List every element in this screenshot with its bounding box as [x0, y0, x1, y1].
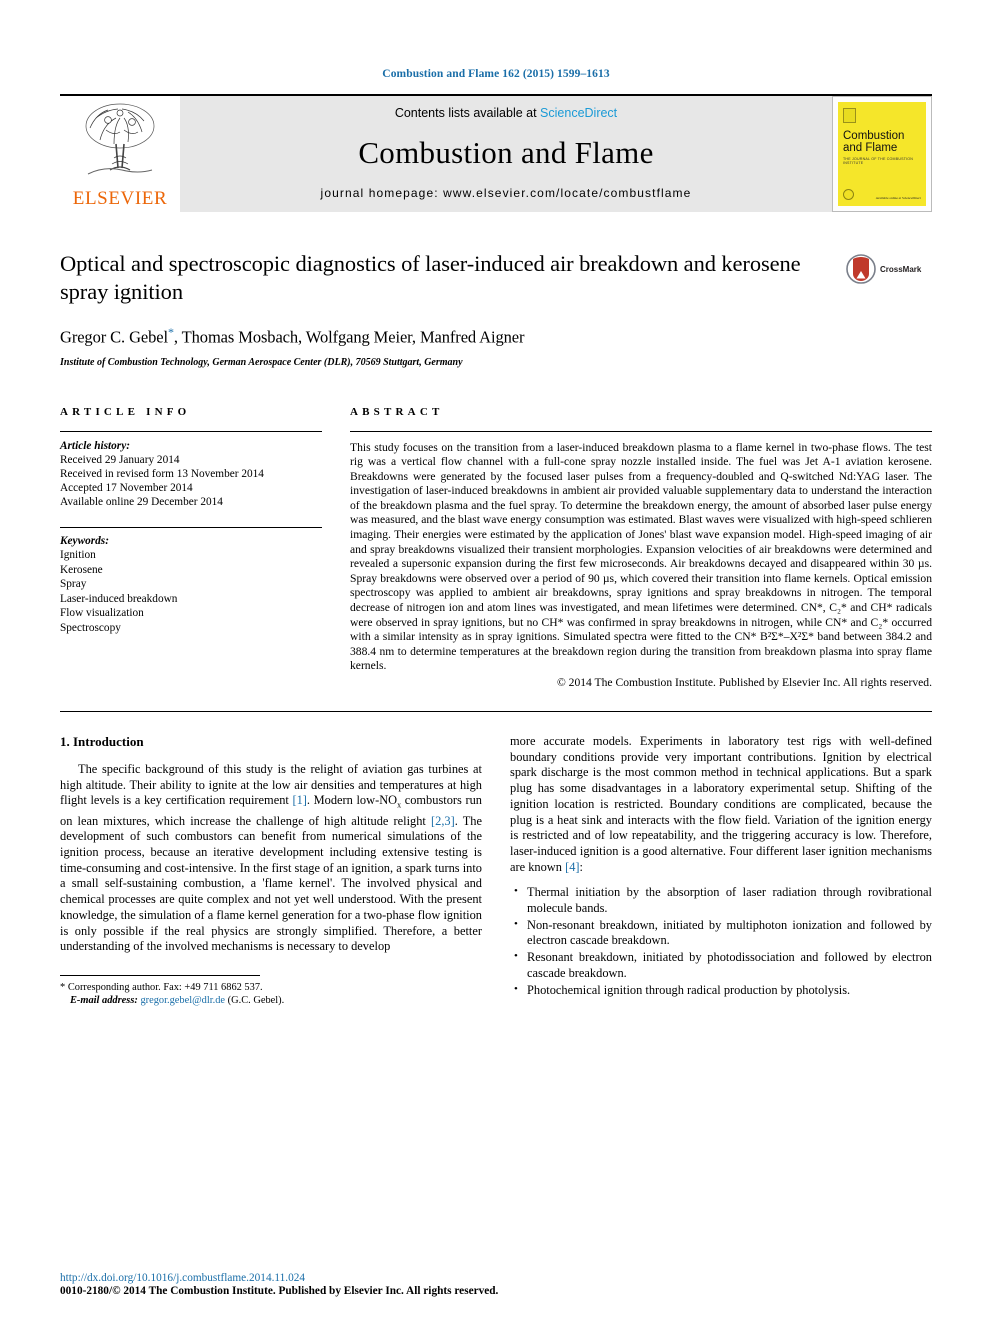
author-primary: Gregor C. Gebel [60, 327, 169, 347]
intro-right-text-b: : [579, 859, 583, 874]
footnote-corresponding-text: Corresponding author. Fax: +49 711 6862 … [67, 981, 263, 993]
sciencedirect-link[interactable]: ScienceDirect [540, 106, 617, 120]
list-item: Non-resonant breakdown, initiated by mul… [514, 917, 932, 949]
elsevier-tree-icon [85, 103, 155, 175]
crossmark-icon [846, 254, 876, 284]
list-item: Resonant breakdown, initiated by photodi… [514, 949, 932, 981]
info-and-abstract: ARTICLE INFO Article history: Received 2… [60, 405, 932, 690]
cover-footer-note: Available online at ScienceDirect [875, 195, 921, 200]
footnote-email-link[interactable]: gregor.gebel@dlr.de [140, 995, 225, 1006]
elsevier-logo: ELSEVIER [60, 96, 180, 212]
footer-copyright: 0010-2180/© 2014 The Combustion Institut… [60, 1285, 499, 1297]
body-columns: 1. Introduction The specific background … [60, 734, 932, 1008]
cover-subtitle: THE JOURNAL OF THE COMBUSTION INSTITUTE [843, 157, 914, 165]
keywords-divider [60, 526, 322, 528]
cover-seal-icon [843, 189, 854, 200]
history-item: Received 29 January 2014 [60, 453, 180, 466]
history-item: Accepted 17 November 2014 [60, 482, 193, 495]
journal-title: Combustion and Flame [358, 135, 654, 170]
footnote-marker: * [60, 981, 66, 993]
page-footer: http://dx.doi.org/10.1016/j.combustflame… [60, 1272, 498, 1297]
abstract-divider [350, 430, 932, 432]
list-item: Photochemical ignition through radical p… [514, 982, 932, 999]
article-history: Article history: Received 29 January 201… [60, 439, 322, 510]
journal-cover-image: Combustion and Flame THE JOURNAL OF THE … [838, 102, 926, 206]
keyword-item: Spray [60, 578, 87, 591]
citation-ref-23[interactable]: [2,3] [431, 814, 455, 828]
author-list: Gregor C. Gebel*, Thomas Mosbach, Wolfga… [60, 325, 826, 348]
abstract-heading: ABSTRACT [350, 405, 444, 418]
keyword-item: Flow visualization [60, 607, 144, 620]
running-head: Combustion and Flame 162 (2015) 1599–161… [382, 68, 610, 80]
footnote-block: * Corresponding author. Fax: +49 711 686… [60, 981, 482, 1008]
keywords-label: Keywords: [60, 534, 109, 547]
journal-masthead: ELSEVIER Contents lists available at Sci… [60, 94, 932, 212]
footnote-corresponding: * Corresponding author. Fax: +49 711 686… [60, 981, 482, 994]
affiliation: Institute of Combustion Technology, Germ… [60, 356, 463, 368]
cover-title-line2: and Flame [843, 142, 898, 154]
keywords-block: Keywords: Ignition Kerosene Spray Laser-… [60, 534, 322, 636]
body-left-column: 1. Introduction The specific background … [60, 734, 482, 1008]
laser-ignition-mechanisms-list: Thermal initiation by the absorption of … [510, 884, 932, 999]
keyword-item: Ignition [60, 549, 96, 562]
footnote-divider [60, 974, 260, 976]
title-block: Optical and spectroscopic diagnostics of… [60, 250, 932, 368]
footnote-email-line: E-mail address: gregor.gebel@dlr.de (G.C… [60, 994, 482, 1007]
intro-text-b: . Modern low-NO [306, 793, 398, 808]
keyword-item: Kerosene [60, 563, 103, 576]
footnote-email-owner: (G.C. Gebel). [227, 995, 285, 1007]
intro-right-text-a: more accurate models. Experiments in lab… [510, 734, 932, 874]
citation-ref-4[interactable]: [4] [565, 860, 579, 874]
keyword-item: Spectroscopy [60, 622, 121, 635]
footnote-email-label: E-mail address: [70, 995, 138, 1007]
intro-text-d: . The development of such combustors can… [60, 813, 482, 954]
article-info-column: ARTICLE INFO Article history: Received 2… [60, 406, 322, 690]
doi-link[interactable]: http://dx.doi.org/10.1016/j.combustflame… [60, 1272, 498, 1284]
list-item: Thermal initiation by the absorption of … [514, 884, 932, 916]
abstract-copyright: © 2014 The Combustion Institute. Publish… [556, 676, 932, 689]
journal-cover-thumbnail[interactable]: Combustion and Flame THE JOURNAL OF THE … [832, 96, 932, 212]
article-history-label: Article history: [60, 439, 130, 452]
intro-paragraph-right: more accurate models. Experiments in lab… [510, 734, 932, 875]
journal-article-page: Combustion and Flame 162 (2015) 1599–161… [0, 0, 992, 1323]
masthead-center: Contents lists available at ScienceDirec… [180, 96, 832, 212]
journal-homepage-link[interactable]: journal homepage: www.elsevier.com/locat… [321, 186, 692, 200]
section-heading-introduction: 1. Introduction [60, 734, 144, 749]
history-item: Received in revised form 13 November 201… [60, 467, 264, 480]
cover-title-line1: Combustion [843, 130, 905, 142]
intro-paragraph-left: The specific background of this study is… [60, 762, 482, 955]
body-right-column: more accurate models. Experiments in lab… [510, 734, 932, 1008]
article-info-heading: ARTICLE INFO [60, 405, 191, 418]
elsevier-wordmark: ELSEVIER [72, 188, 168, 210]
page-title: Optical and spectroscopic diagnostics of… [60, 251, 801, 304]
citation-ref-1[interactable]: [1] [292, 793, 306, 807]
abstract-text: This study focuses on the transition fro… [350, 440, 932, 673]
article-info-divider [60, 430, 322, 432]
contents-prefix: Contents lists available at [394, 106, 541, 120]
author-rest: , Thomas Mosbach, Wolfgang Meier, Manfre… [173, 327, 525, 347]
keyword-item: Laser-induced breakdown [60, 592, 178, 605]
abstract-column: ABSTRACT This study focuses on the trans… [350, 405, 932, 689]
contents-available-line: Contents lists available at ScienceDirec… [395, 106, 617, 120]
crossmark-badge[interactable]: CrossMark [846, 250, 932, 368]
cover-publisher-badge-icon [843, 108, 856, 123]
crossmark-label: CrossMark [880, 264, 922, 274]
history-item: Available online 29 December 2014 [60, 496, 223, 509]
body-divider [60, 711, 932, 712]
